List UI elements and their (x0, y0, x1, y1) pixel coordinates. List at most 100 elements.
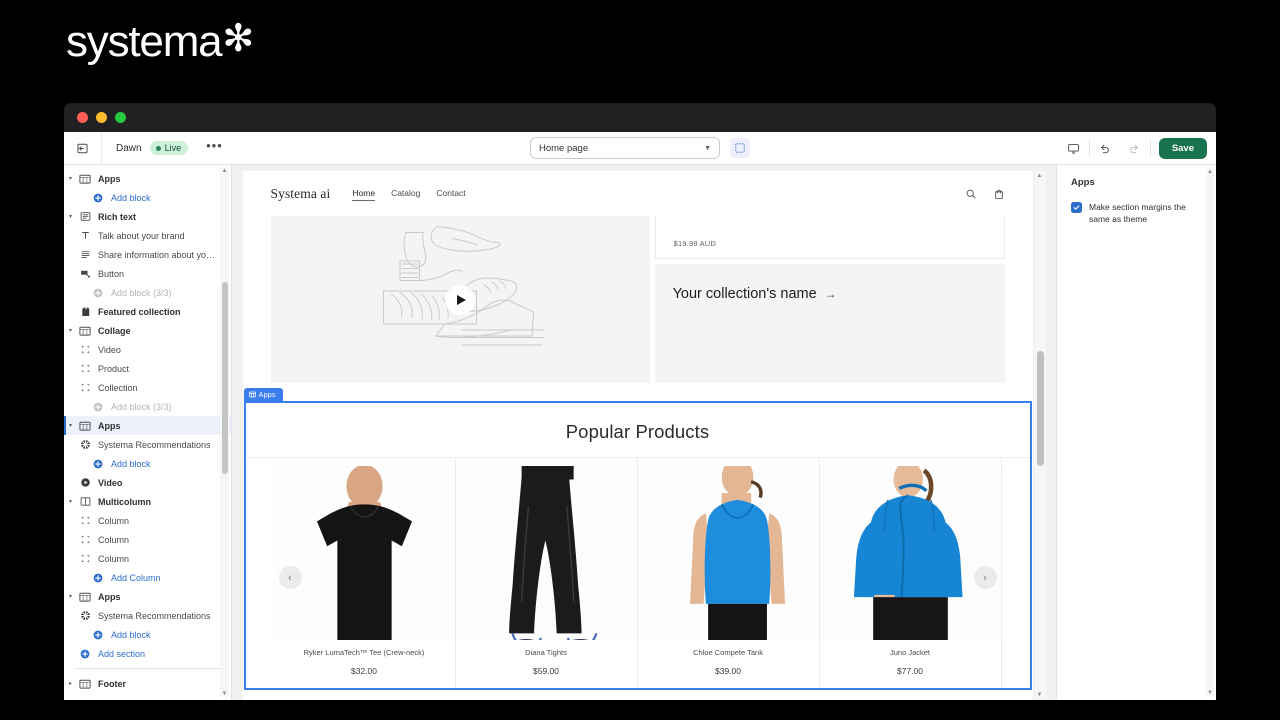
chevron-right-icon[interactable]: ▸ (64, 680, 77, 687)
save-button[interactable]: Save (1158, 137, 1207, 159)
nav-link-home[interactable]: Home (352, 188, 376, 201)
play-icon[interactable] (445, 284, 476, 315)
maximize-window-button[interactable] (115, 112, 126, 123)
sections-sidebar: ▾ Apps Add block ▾ Rich text Talk about your … (64, 165, 232, 700)
sidebar-item-apps[interactable]: ▾ Apps (64, 416, 231, 435)
inspector-icon[interactable] (730, 138, 750, 158)
close-window-button[interactable] (77, 112, 88, 123)
more-options-button[interactable]: ••• (206, 139, 223, 154)
settings-scroll-down-icon[interactable]: ▼ (1207, 689, 1213, 697)
preview-scroll-thumb[interactable] (1036, 351, 1044, 466)
sidebar-item-collection[interactable]: Collection (64, 378, 231, 397)
sidebar-item-video[interactable]: Video (64, 473, 231, 492)
product-price: $19.99 AUD (673, 239, 717, 248)
richtext-icon (77, 211, 93, 222)
sidebar-item-product[interactable]: Product (64, 359, 231, 378)
collage-product-block[interactable]: $19.99 AUD (654, 216, 1005, 259)
bracket-icon (77, 515, 93, 526)
exit-icon[interactable] (64, 132, 102, 164)
product-card[interactable]: Chloe Compete Tank $39.00 (637, 458, 820, 688)
redo-icon[interactable] (1120, 132, 1150, 164)
collection-icon (77, 306, 93, 318)
section-margins-checkbox[interactable] (1071, 202, 1082, 213)
sidebar-item-talk-about-your-brand[interactable]: Talk about your brand (64, 226, 231, 245)
sidebar-item-add-block[interactable]: Add block (64, 625, 231, 644)
collage-collection-block[interactable]: Your collection's name → (654, 264, 1005, 383)
desktop-icon[interactable] (1059, 132, 1089, 164)
sidebar-item-footer[interactable]: ▸ Footer (64, 674, 231, 693)
margin-setting-row[interactable]: Make section margins the same as theme (1071, 201, 1204, 225)
plus-circle-icon (90, 288, 106, 298)
chevron-right-icon[interactable]: › (973, 566, 997, 589)
sidebar-item-column[interactable]: Column (64, 530, 231, 549)
chevron-down-icon[interactable]: ▾ (64, 175, 77, 182)
sidebar-scroll-thumb[interactable] (221, 282, 228, 474)
sidebar-item-add-block-3-3[interactable]: Add block (3/3) (64, 283, 231, 302)
sidebar-item-add-column[interactable]: Add Column (64, 568, 231, 587)
sidebar-item-label: Systema Recommendations (98, 610, 211, 621)
apps-section-highlighted[interactable]: Apps Popular Products ‹ Ryker LumaTech™ … (243, 388, 1032, 690)
undo-icon[interactable] (1090, 132, 1120, 164)
sidebar-item-label: Apps (98, 420, 121, 431)
chevron-down-icon[interactable]: ▾ (64, 213, 77, 220)
nav-link-catalog[interactable]: Catalog (391, 188, 420, 201)
cart-icon[interactable] (993, 188, 1005, 201)
collage-section: $19.99 AUD Your collection's name → (243, 216, 1033, 383)
sidebar-item-multicolumn[interactable]: ▾ Multicolumn (64, 492, 231, 511)
chevron-down-icon[interactable]: ▾ (64, 498, 77, 505)
window-titlebar (64, 103, 1216, 132)
theme-editor-app: Dawn Live ••• Home page ▼ Save ▾ Apps Ad… (64, 132, 1216, 700)
settings-scroll-up-icon[interactable]: ▲ (1207, 168, 1213, 176)
sidebar-item-apps[interactable]: ▾ Apps (64, 587, 231, 606)
chevron-down-icon[interactable]: ▾ (64, 422, 77, 429)
preview-scrollbar[interactable]: ▲ ▼ (1032, 171, 1046, 700)
brand-asterisk-icon: ✻ (222, 18, 254, 60)
page-selector[interactable]: Home page ▼ (530, 137, 720, 159)
sidebar-item-share-information-about-yo[interactable]: Share information about yo… (64, 245, 231, 264)
storefront-preview[interactable]: Systema ai Home Catalog Contact $19.99 A… (242, 171, 1033, 700)
product-name: Diana Tights (525, 648, 567, 657)
preview-scroll-up-icon[interactable]: ▲ (1037, 173, 1043, 179)
product-image[interactable] (273, 466, 455, 640)
scroll-down-icon[interactable]: ▼ (222, 690, 228, 698)
sidebar-item-column[interactable]: Column (64, 511, 231, 530)
product-image[interactable] (455, 466, 637, 640)
scroll-up-icon[interactable]: ▲ (222, 167, 228, 175)
search-icon[interactable] (965, 188, 977, 200)
sidebar-item-apps[interactable]: ▾ Apps (64, 169, 231, 188)
nav-link-contact[interactable]: Contact (436, 188, 465, 201)
sidebar-item-collage[interactable]: ▾ Collage (64, 321, 231, 340)
sidebar-item-label: Add block (111, 192, 151, 203)
product-image[interactable] (637, 466, 819, 640)
preview-scroll-down-icon[interactable]: ▼ (1037, 692, 1043, 698)
settings-scrollbar[interactable]: ▲ ▼ (1206, 168, 1214, 697)
product-price: $59.00 (533, 666, 559, 676)
sidebar-item-systema-recommendations[interactable]: Systema Recommendations (64, 606, 231, 625)
sidebar-item-video[interactable]: Video (64, 340, 231, 359)
brand-wordmark: systema (66, 17, 223, 66)
live-dot-icon (155, 145, 161, 151)
sidebar-item-add-section[interactable]: Add section (64, 644, 231, 663)
chevron-down-icon[interactable]: ▾ (64, 593, 77, 600)
sidebar-item-add-block[interactable]: Add block (64, 454, 231, 473)
sidebar-item-column[interactable]: Column (64, 549, 231, 568)
sidebar-item-add-block-3-3[interactable]: Add block (3/3) (64, 397, 231, 416)
settings-panel: Apps Make section margins the same as th… (1056, 165, 1216, 700)
collage-video-block[interactable] (270, 216, 650, 383)
sections-list[interactable]: ▾ Apps Add block ▾ Rich text Talk about your … (64, 165, 231, 700)
plus-circle-icon (90, 193, 106, 203)
sidebar-item-featured-collection[interactable]: Featured collection (64, 302, 231, 321)
sidebar-scrollbar[interactable]: ▲ ▼ (220, 167, 229, 698)
product-image[interactable] (819, 466, 1001, 640)
product-card[interactable]: Diana Tights $59.00 (455, 458, 638, 688)
apps-section-tag[interactable]: Apps (243, 388, 283, 402)
chevron-left-icon[interactable]: ‹ (278, 566, 302, 589)
sidebar-item-button[interactable]: Button (64, 264, 231, 283)
store-logo[interactable]: Systema ai (271, 186, 331, 202)
chevron-down-icon[interactable]: ▾ (64, 327, 77, 334)
sidebar-item-rich-text[interactable]: ▾ Rich text (64, 207, 231, 226)
sidebar-item-label: Add section (98, 648, 146, 659)
sidebar-item-add-block[interactable]: Add block (64, 188, 231, 207)
sidebar-item-systema-recommendations[interactable]: Systema Recommendations (64, 435, 231, 454)
minimize-window-button[interactable] (96, 112, 107, 123)
